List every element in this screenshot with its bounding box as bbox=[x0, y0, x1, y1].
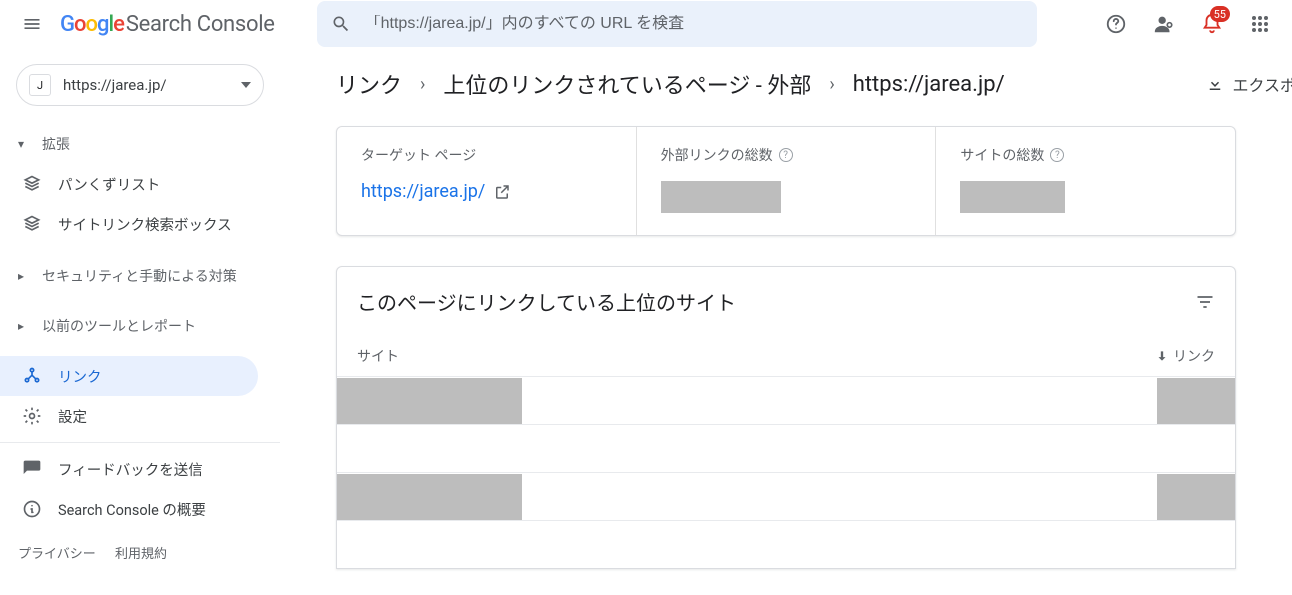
table-row[interactable] bbox=[337, 520, 1235, 568]
search-input[interactable] bbox=[365, 15, 1023, 33]
product-logo[interactable]: Google Search Console bbox=[60, 12, 275, 37]
sidebar-item-label: リンク bbox=[58, 366, 102, 387]
chevron-right-icon: › bbox=[829, 74, 834, 95]
target-page-link[interactable]: https://jarea.jp/ bbox=[361, 181, 612, 202]
sidebar-section-security[interactable]: ▸ セキュリティと手動による対策 bbox=[0, 256, 280, 296]
breadcrumb-current: https://jarea.jp/ bbox=[853, 72, 1005, 97]
help-icon[interactable]: ? bbox=[1050, 148, 1064, 162]
card-total-sites: サイトの総数 ? bbox=[936, 127, 1235, 235]
help-icon[interactable]: ? bbox=[779, 148, 793, 162]
search-icon bbox=[331, 14, 351, 34]
app-header: Google Search Console 55 bbox=[0, 0, 1292, 48]
summary-cards: ターゲット ページ https://jarea.jp/ 外部リンクの総数 ? サ… bbox=[336, 126, 1236, 236]
column-links[interactable]: リンク bbox=[1155, 346, 1215, 366]
help-icon bbox=[1105, 13, 1127, 35]
dropdown-icon bbox=[241, 82, 251, 88]
expand-icon: ▸ bbox=[18, 319, 34, 333]
info-icon bbox=[20, 499, 44, 519]
sidebar-section-label: 拡張 bbox=[42, 134, 70, 154]
collapse-icon: ▾ bbox=[18, 137, 34, 151]
gear-icon bbox=[20, 406, 44, 426]
linking-sites-table: このページにリンクしている上位のサイト サイト リンク bbox=[336, 266, 1236, 569]
breadcrumb-top-linked[interactable]: 上位のリンクされているページ - 外部 bbox=[443, 68, 811, 100]
sidebar-item-label: 設定 bbox=[58, 406, 87, 427]
download-icon bbox=[1206, 75, 1224, 93]
hamburger-icon bbox=[22, 14, 42, 34]
menu-toggle[interactable] bbox=[12, 4, 52, 44]
sitelinks-icon bbox=[20, 214, 44, 234]
sidebar-item-label: Search Console の概要 bbox=[58, 499, 206, 520]
sidebar-divider bbox=[0, 442, 280, 443]
property-name: https://jarea.jp/ bbox=[63, 76, 241, 94]
apps-button[interactable] bbox=[1240, 4, 1280, 44]
sidebar-item-label: パンくずリスト bbox=[58, 174, 160, 195]
table-title: このページにリンクしている上位のサイト bbox=[357, 287, 736, 316]
export-button[interactable]: エクスポ bbox=[1206, 72, 1292, 96]
sidebar-section-legacy[interactable]: ▸ 以前のツールとレポート bbox=[0, 306, 280, 346]
privacy-link[interactable]: プライバシー bbox=[18, 547, 96, 562]
column-site[interactable]: サイト bbox=[357, 346, 1155, 366]
card-label: ターゲット ページ bbox=[361, 145, 612, 165]
sidebar: J https://jarea.jp/ ▾ 拡張 パンくずリスト サイトリンク検… bbox=[0, 48, 280, 595]
sidebar-section-enhancements[interactable]: ▾ 拡張 bbox=[0, 124, 280, 164]
header-actions: 55 bbox=[1096, 4, 1280, 44]
card-label: 外部リンクの総数 ? bbox=[661, 145, 912, 165]
feedback-icon bbox=[20, 459, 44, 479]
redacted-site bbox=[337, 474, 522, 520]
redacted-site bbox=[337, 426, 522, 472]
table-header: このページにリンクしている上位のサイト bbox=[337, 267, 1235, 336]
sidebar-item-sitelinks[interactable]: サイトリンク検索ボックス bbox=[0, 204, 280, 244]
redacted-count bbox=[1157, 522, 1235, 568]
card-label: サイトの総数 ? bbox=[960, 145, 1211, 165]
property-selector[interactable]: J https://jarea.jp/ bbox=[16, 64, 264, 106]
expand-icon: ▸ bbox=[18, 269, 34, 283]
sidebar-item-feedback[interactable]: フィードバックを送信 bbox=[0, 449, 280, 489]
sidebar-footer: プライバシー 利用規約 bbox=[0, 529, 280, 576]
help-button[interactable] bbox=[1096, 4, 1136, 44]
links-icon bbox=[20, 366, 44, 386]
breadcrumb-links[interactable]: リンク bbox=[336, 68, 402, 100]
table-row[interactable] bbox=[337, 472, 1235, 520]
table-row[interactable] bbox=[337, 424, 1235, 472]
sidebar-section-label: 以前のツールとレポート bbox=[42, 316, 196, 336]
product-name: Search Console bbox=[126, 12, 275, 37]
sidebar-item-settings[interactable]: 設定 bbox=[0, 396, 280, 436]
redacted-value bbox=[661, 181, 781, 213]
notification-badge: 55 bbox=[1210, 6, 1230, 22]
property-favicon: J bbox=[29, 74, 51, 96]
filter-icon bbox=[1195, 292, 1215, 312]
open-external-icon bbox=[493, 183, 511, 201]
users-button[interactable] bbox=[1144, 4, 1184, 44]
redacted-site bbox=[337, 522, 522, 568]
breadcrumb-icon bbox=[20, 174, 44, 194]
manage-users-icon bbox=[1153, 13, 1175, 35]
redacted-count bbox=[1157, 474, 1235, 520]
redacted-count bbox=[1157, 378, 1235, 424]
sidebar-item-label: サイトリンク検索ボックス bbox=[58, 214, 232, 235]
main-content: リンク › 上位のリンクされているページ - 外部 › https://jare… bbox=[300, 52, 1292, 595]
url-inspection-search[interactable] bbox=[317, 1, 1037, 47]
redacted-value bbox=[960, 181, 1065, 213]
chevron-right-icon: › bbox=[420, 74, 425, 95]
table-row[interactable] bbox=[337, 376, 1235, 424]
sidebar-item-links[interactable]: リンク bbox=[0, 356, 258, 396]
terms-link[interactable]: 利用規約 bbox=[115, 547, 167, 562]
notifications-button[interactable]: 55 bbox=[1192, 4, 1232, 44]
sidebar-item-label: フィードバックを送信 bbox=[58, 459, 203, 480]
sidebar-section-label: セキュリティと手動による対策 bbox=[42, 266, 237, 286]
google-logo: Google bbox=[60, 12, 124, 37]
target-url: https://jarea.jp/ bbox=[361, 181, 485, 202]
card-target-page: ターゲット ページ https://jarea.jp/ bbox=[337, 127, 636, 235]
card-external-links: 外部リンクの総数 ? bbox=[637, 127, 936, 235]
redacted-count bbox=[1157, 426, 1235, 472]
export-label: エクスポ bbox=[1232, 72, 1292, 96]
table-column-headers: サイト リンク bbox=[337, 336, 1235, 376]
sidebar-item-about[interactable]: Search Console の概要 bbox=[0, 489, 280, 529]
filter-button[interactable] bbox=[1195, 292, 1215, 312]
arrow-down-icon bbox=[1155, 349, 1169, 363]
sidebar-item-breadcrumbs[interactable]: パンくずリスト bbox=[0, 164, 280, 204]
apps-icon bbox=[1251, 15, 1269, 33]
breadcrumb: リンク › 上位のリンクされているページ - 外部 › https://jare… bbox=[336, 68, 1292, 100]
redacted-site bbox=[337, 378, 522, 424]
